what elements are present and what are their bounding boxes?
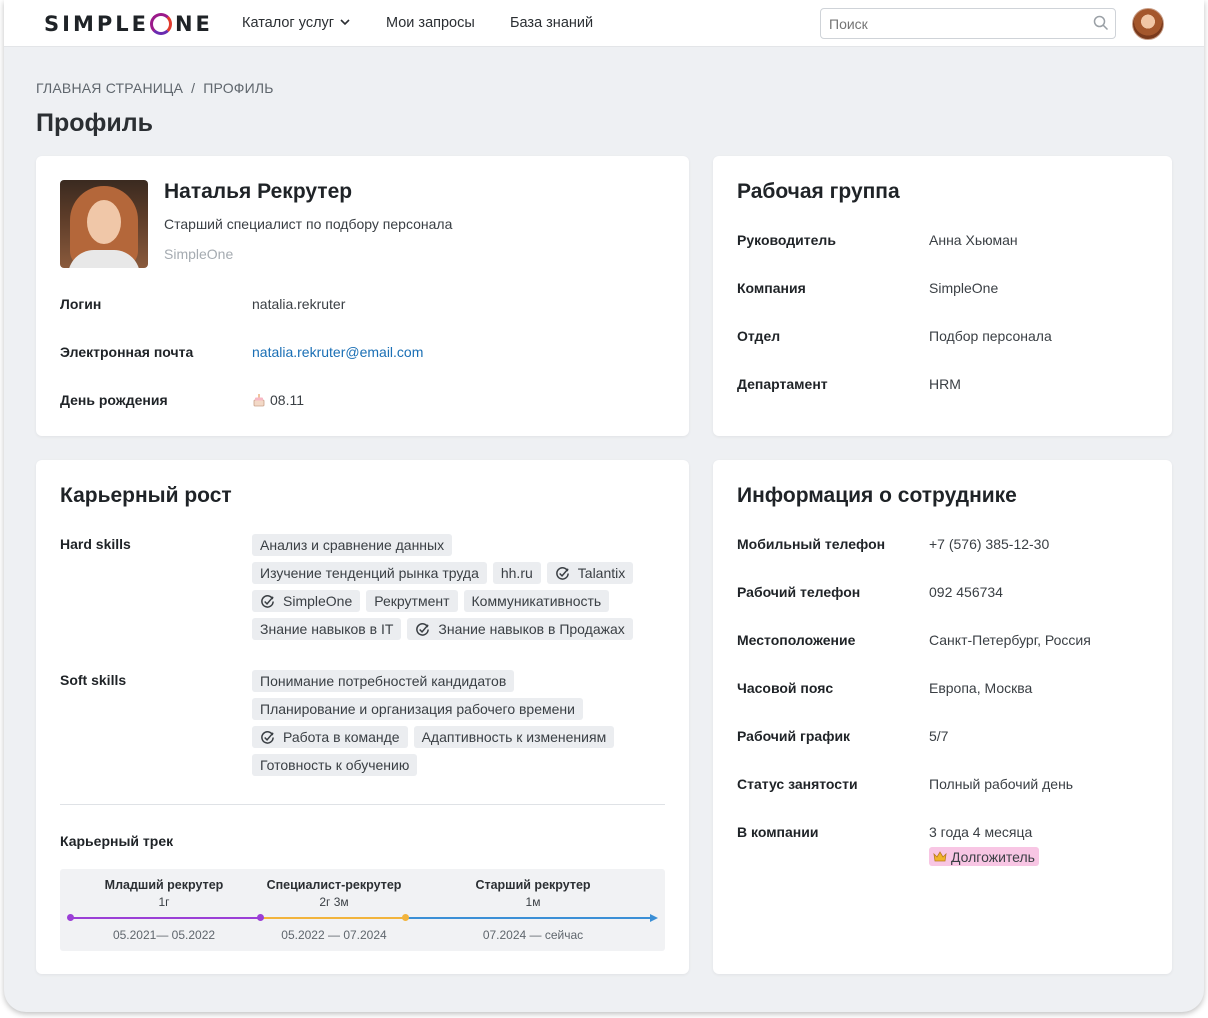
breadcrumb: ГЛАВНАЯ СТРАНИЦА / ПРОФИЛЬ	[36, 80, 274, 96]
app-window: SIMPLE NE Каталог услуг Мои запросы База …	[4, 0, 1204, 1012]
simpleone-logo[interactable]: SIMPLE NE	[44, 11, 213, 37]
skill-tag: Talantix	[546, 562, 634, 584]
skill-tag: hh.ru	[492, 562, 541, 584]
skill-tag: Изучение тенденций рынка труда	[252, 562, 487, 584]
top-bar: SIMPLE NE Каталог услуг Мои запросы База …	[4, 0, 1204, 47]
track-dot-2	[402, 914, 409, 921]
workgroup-card: Рабочая группа Руководитель Анна Хьюман …	[713, 156, 1172, 436]
cake-icon	[253, 394, 265, 407]
company-value: SimpleOne	[929, 280, 999, 296]
skill-tag: SimpleOne	[252, 590, 361, 612]
company-label: Компания	[737, 280, 806, 296]
verified-check-icon	[555, 566, 569, 580]
profile-name: Наталья Рекрутер	[164, 180, 353, 203]
employee-card: Информация о сотруднике Мобильный телефо…	[713, 460, 1172, 974]
verified-check-icon	[261, 730, 274, 744]
mobile-label: Мобильный телефон	[737, 536, 886, 552]
breadcrumb-current: ПРОФИЛЬ	[203, 80, 274, 96]
logo-ring-icon	[149, 13, 172, 35]
hard-skills-label: Hard skills	[60, 536, 131, 552]
search-icon[interactable]	[1093, 15, 1109, 31]
track-segment-specialist	[260, 917, 406, 919]
department-value: Подбор персонала	[929, 328, 1052, 344]
manager-label: Руководитель	[737, 232, 836, 248]
manager-value[interactable]: Анна Хьюман	[929, 232, 1018, 248]
profile-company: SimpleOne	[164, 246, 234, 262]
profile-photo	[60, 180, 148, 268]
work-phone-value: 092 456734	[929, 584, 1003, 600]
page-title: Профиль	[36, 109, 154, 137]
employment-status-value: Полный рабочий день	[929, 776, 1074, 792]
employee-title: Информация о сотруднике	[737, 484, 1017, 507]
track-segment-senior	[406, 917, 652, 919]
birthday-label: День рождения	[60, 392, 168, 408]
user-avatar[interactable]	[1132, 8, 1164, 40]
schedule-value: 5/7	[929, 728, 949, 744]
tenure-value: 3 года 4 месяца	[929, 824, 1033, 840]
skill-tag: Знание навыков в Продажах	[407, 618, 633, 640]
track-segment-junior	[70, 917, 260, 919]
skill-tag: Адаптивность к изменениям	[413, 726, 615, 748]
timezone-value: Европа, Москва	[929, 680, 1033, 696]
chevron-down-icon	[340, 17, 350, 29]
department-label: Отдел	[737, 328, 781, 344]
career-title: Карьерный рост	[60, 484, 232, 507]
employment-status-label: Статус занятости	[737, 776, 858, 792]
birthday-value: 08.11	[252, 392, 304, 408]
nav-my-requests[interactable]: Мои запросы	[386, 15, 475, 31]
skill-tag: Анализ и сравнение данных	[252, 534, 453, 556]
work-phone-label: Рабочий телефон	[737, 584, 861, 600]
tenure-badge: Долгожитель	[929, 847, 1039, 866]
timezone-label: Часовой пояс	[737, 680, 834, 696]
email-label: Электронная почта	[60, 344, 194, 360]
division-value: HRM	[929, 376, 961, 392]
career-track: Младший рекрутер 1г 05.2021— 05.2022 Спе…	[60, 869, 665, 951]
breadcrumb-home[interactable]: ГЛАВНАЯ СТРАНИЦА	[36, 80, 183, 96]
nav-service-catalog[interactable]: Каталог услуг	[242, 15, 350, 31]
crown-icon	[933, 850, 947, 861]
track-dot-1	[257, 914, 264, 921]
track-arrow-icon	[650, 914, 658, 922]
schedule-label: Рабочий график	[737, 728, 851, 744]
email-link[interactable]: natalia.rekruter@email.com	[252, 344, 423, 360]
track-stage-senior: Старший рекрутер 1м 07.2024 — сейчас	[475, 878, 591, 942]
profile-position: Старший специалист по подбору персонала	[164, 216, 453, 232]
tenure-label: В компании	[737, 824, 819, 840]
location-value: Санкт-Петербург, Россия	[929, 632, 1091, 648]
soft-skills-list: Понимание потребностей кандидатов Планиро…	[252, 670, 662, 776]
divider	[60, 804, 665, 805]
skill-tag: Рекрутмент	[366, 590, 458, 612]
career-card: Карьерный рост Hard skills Анализ и срав…	[36, 460, 689, 974]
verified-check-icon	[416, 622, 430, 636]
career-track-label: Карьерный трек	[60, 833, 174, 849]
track-stage-specialist: Специалист-рекрутер 2г 3м 05.2022 — 07.2…	[266, 878, 402, 942]
skill-tag: Понимание потребностей кандидатов	[252, 670, 515, 692]
track-dot-start	[67, 914, 74, 921]
login-value: natalia.rekruter	[252, 296, 346, 312]
skill-tag: Планирование и организация рабочего врем…	[252, 698, 583, 720]
skill-tag: Знание навыков в IT	[252, 618, 402, 640]
soft-skills-label: Soft skills	[60, 672, 127, 688]
verified-check-icon	[261, 594, 274, 608]
workgroup-title: Рабочая группа	[737, 180, 900, 203]
search-input[interactable]	[820, 8, 1116, 39]
login-label: Логин	[60, 296, 102, 312]
hard-skills-list: Анализ и сравнение данных Изучение тенден…	[252, 534, 662, 640]
mobile-value: +7 (576) 385-12-30	[929, 536, 1050, 552]
skill-tag: Коммуникативность	[463, 590, 610, 612]
location-label: Местоположение	[737, 632, 856, 648]
nav-knowledge-base[interactable]: База знаний	[510, 15, 593, 31]
skill-tag: Работа в команде	[252, 726, 408, 748]
division-label: Департамент	[737, 376, 828, 392]
skill-tag: Готовность к обучению	[252, 754, 418, 776]
profile-card: Наталья Рекрутер Старший специалист по п…	[36, 156, 689, 436]
